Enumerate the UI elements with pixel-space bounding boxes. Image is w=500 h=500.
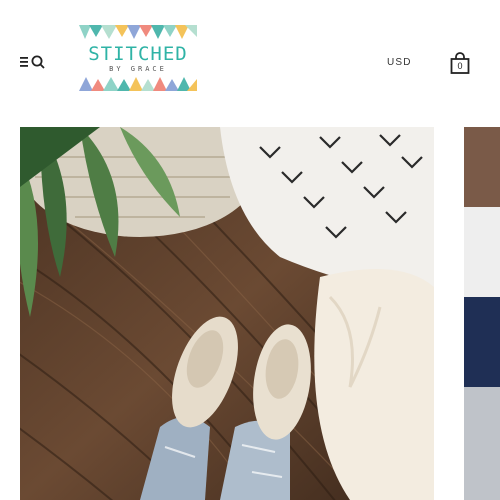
- gallery-image-main[interactable]: [20, 127, 434, 500]
- brand-logo[interactable]: STITCHED BY GRACE: [79, 25, 197, 91]
- currency-selector[interactable]: USD: [387, 57, 412, 68]
- search-icon: [31, 55, 45, 69]
- logo-title: STITCHED: [88, 43, 188, 65]
- gallery-image-next[interactable]: [464, 127, 500, 500]
- cart-button[interactable]: 0: [449, 51, 471, 75]
- cart-count: 0: [457, 61, 463, 71]
- site-header: STITCHED BY GRACE USD 0: [0, 0, 500, 126]
- photo-shoes-on-wood-floor: [20, 127, 434, 500]
- menu-search-button[interactable]: [18, 52, 48, 72]
- photo-partial: [464, 127, 500, 500]
- logo-subtitle: BY GRACE: [109, 65, 167, 73]
